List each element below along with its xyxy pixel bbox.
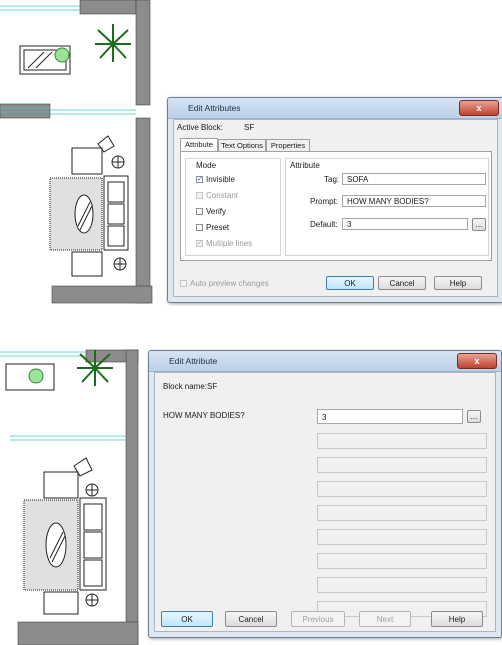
walls-top [0,0,153,304]
prompt-input[interactable]: HOW MANY BODIES? [342,195,486,207]
ok-button[interactable]: OK [161,611,213,627]
tag-input[interactable]: SOFA [342,173,486,185]
ok-button[interactable]: OK [326,276,374,290]
dialog-title: Edit Attribute [169,356,218,366]
side-table-top [19,45,71,75]
tab-attribute[interactable]: Attribute [180,138,218,151]
attribute-prompt-label: HOW MANY BODIES? [163,411,245,420]
prompt-label: Prompt: [310,197,339,206]
auto-preview-checkbox[interactable] [180,280,187,287]
empty-attribute-field [317,481,487,497]
tab-properties[interactable]: Properties [266,139,310,151]
default-input[interactable]: 3 [342,218,468,230]
active-block-label: Active Block: [177,123,223,132]
attribute-tab-panel: Mode ✓ Invisible Constant Verify Preset … [180,151,492,261]
multiple-lines-label: Multiple lines [206,239,253,248]
help-button[interactable]: Help [431,611,483,627]
dialog-client: Active Block: SF Attribute Text Options … [173,119,498,297]
preset-label: Preset [206,223,230,232]
edit-attribute-dialog: Edit Attribute x Block name:SF HOW MANY … [148,350,502,638]
mode-group: Mode ✓ Invisible Constant Verify Preset … [185,158,281,256]
active-block-value: SF [244,123,255,132]
dialog-title: Edit Attributes [188,103,241,113]
default-label: Default: [310,220,338,229]
titlebar[interactable]: Edit Attributes x [168,98,502,119]
close-button[interactable]: x [457,353,497,369]
cancel-button[interactable]: Cancel [378,276,426,290]
block-name-label: Block name:SF [163,382,218,391]
next-button[interactable]: Next [359,611,411,627]
mode-label: Mode [196,161,217,170]
dialog-client: Block name:SF HOW MANY BODIES? 3 ... OK … [154,372,496,632]
tab-text-options[interactable]: Text Options [218,139,266,151]
palm-plant-bottom [77,350,113,386]
invisible-label: Invisible [206,175,235,184]
side-table-bottom [5,363,55,391]
titlebar[interactable]: Edit Attribute x [149,351,501,372]
verify-checkbox[interactable] [196,208,203,215]
preset-checkbox[interactable] [196,224,203,231]
empty-attribute-field [317,553,487,569]
edit-attributes-dialog: Edit Attributes x Active Block: SF Attri… [167,97,502,303]
empty-attribute-field [317,529,487,545]
insert-field-button[interactable]: ... [472,218,486,231]
verify-label: Verify [206,207,227,216]
attribute-group: Attribute Tag: SOFA Prompt: HOW MANY BOD… [285,158,489,256]
help-button[interactable]: Help [434,276,482,290]
empty-attribute-field [317,577,487,593]
cancel-button[interactable]: Cancel [225,611,277,627]
attribute-group-label: Attribute [290,161,320,170]
sofa-block-top [49,135,129,277]
window-lines-bottom [0,351,126,441]
empty-attribute-field [317,433,487,449]
multiple-lines-checkbox[interactable]: ✓ [196,240,203,247]
tag-label: Tag: [324,175,340,184]
palm-plant-top [95,24,131,62]
invisible-checkbox[interactable]: ✓ [196,176,203,183]
empty-attribute-field [317,505,487,521]
close-button[interactable]: x [459,100,499,116]
constant-label: Constant [206,191,239,200]
attribute-value-input[interactable]: 3 [317,409,463,424]
sofa-block-bottom [23,457,107,615]
empty-attribute-field [317,457,487,473]
insert-field-button[interactable]: ... [467,410,481,423]
auto-preview-label: Auto preview changes [190,279,269,288]
previous-button[interactable]: Previous [291,611,345,627]
constant-checkbox[interactable] [196,192,203,199]
